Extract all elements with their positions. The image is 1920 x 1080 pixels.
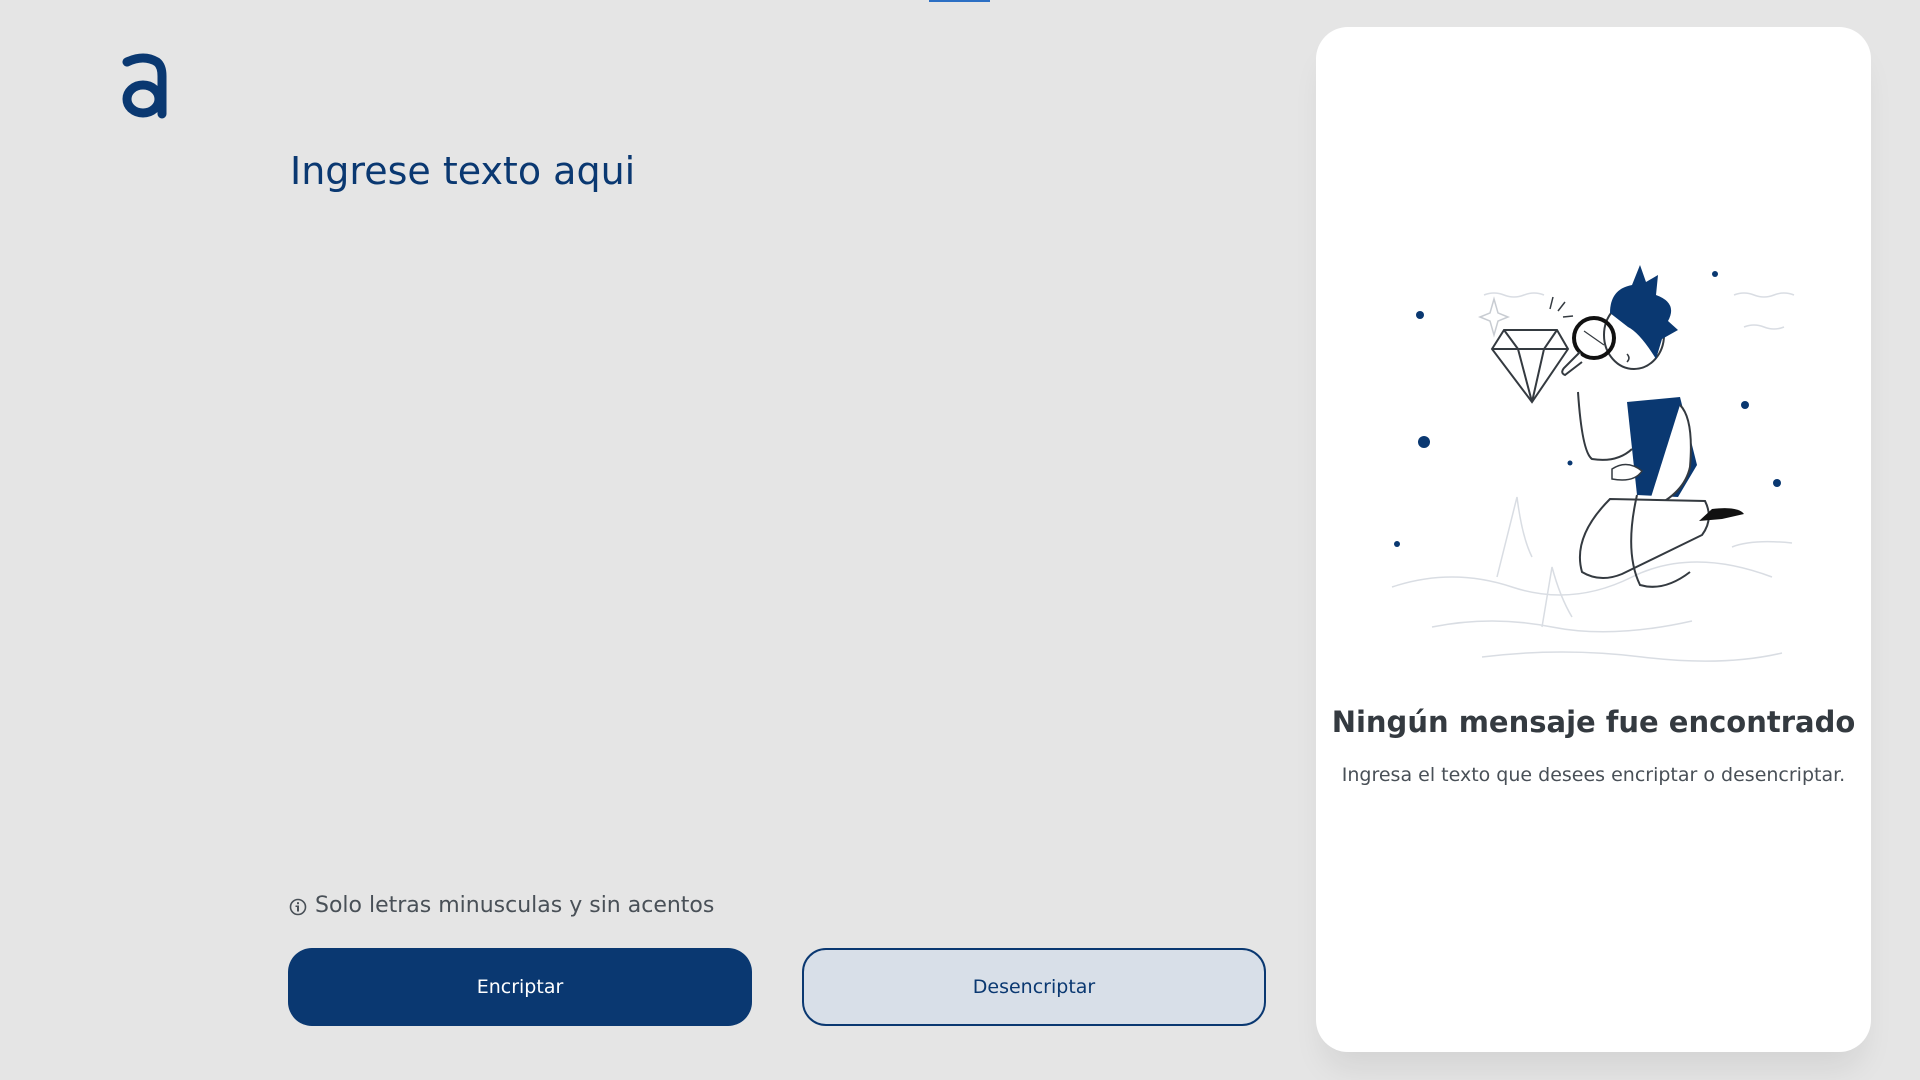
output-panel: Ningún mensaje fue encontrado Ingresa el… [1316,27,1871,1052]
encrypt-button[interactable]: Encriptar [288,948,752,1026]
decrypt-button[interactable]: Desencriptar [802,948,1266,1026]
info-icon [289,897,307,915]
message-input[interactable] [290,148,1250,848]
page: Solo letras minusculas y sin acentos Enc… [0,0,1920,1080]
hint-text: Solo letras minusculas y sin acentos [315,893,715,918]
empty-state-subtitle: Ingresa el texto que desees encriptar o … [1341,764,1846,786]
top-accent-bar [929,0,990,2]
alura-logo-icon[interactable] [118,52,170,126]
input-hint: Solo letras minusculas y sin acentos [289,893,714,918]
empty-state-title: Ningún mensaje fue encontrado [1331,705,1856,739]
person-with-magnifying-glass-illustration [1372,227,1822,667]
